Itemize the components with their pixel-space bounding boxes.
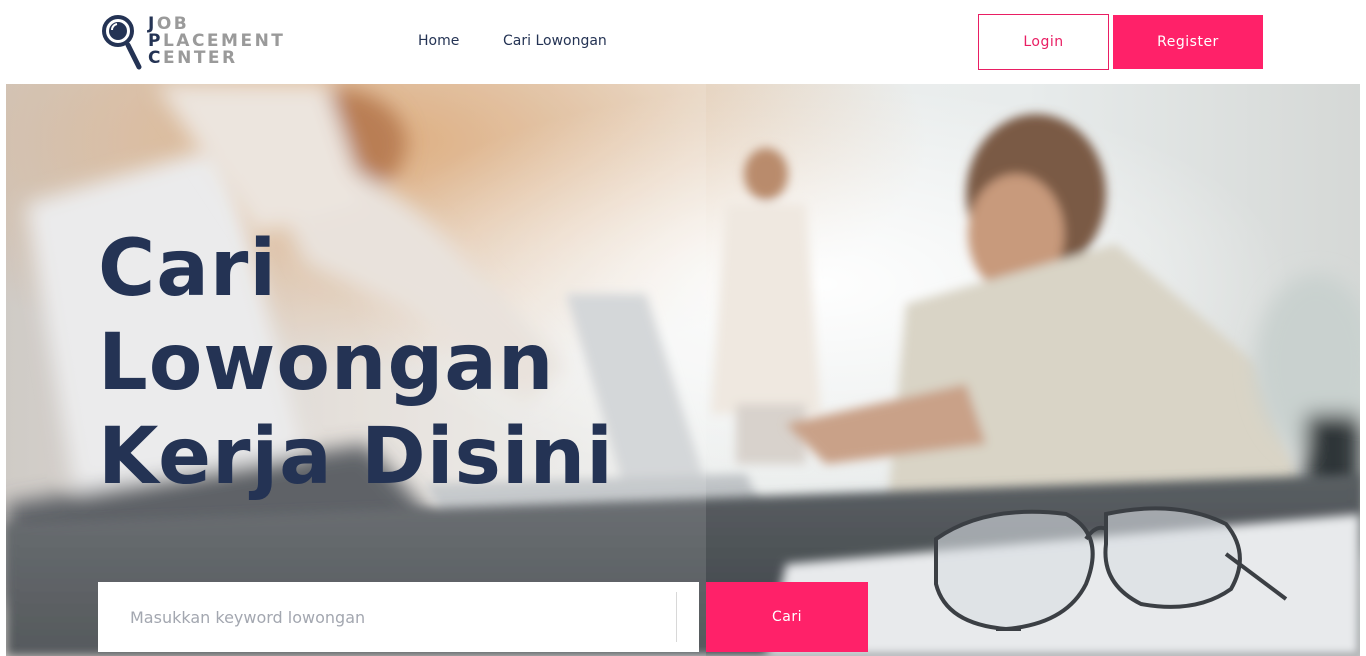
site-logo[interactable]: JOB PLACEMENT CENTER: [102, 14, 302, 72]
hero-section: Cari Lowongan Kerja Disini Cari: [6, 84, 1360, 656]
nav-link-home[interactable]: Home: [418, 33, 459, 49]
login-button[interactable]: Login: [978, 14, 1109, 70]
magnifier-icon: [102, 15, 142, 70]
search-input[interactable]: [98, 582, 676, 652]
hero-heading-line-2: Lowongan: [98, 318, 555, 408]
search-divider: [676, 592, 677, 642]
logo-wordmark: JOB PLACEMENT CENTER: [148, 16, 285, 67]
hero-heading-line-1: Cari: [98, 224, 278, 314]
logo-line-center: CENTER: [148, 48, 238, 68]
nav-link-cari-lowongan[interactable]: Cari Lowongan: [503, 33, 607, 49]
hero-heading-line-3: Kerja Disini: [98, 412, 614, 502]
hero-heading: Cari Lowongan Kerja Disini: [98, 222, 614, 504]
search-box: [98, 582, 699, 652]
site-header: JOB PLACEMENT CENTER Home Cari Lowongan …: [0, 0, 1366, 84]
search-button[interactable]: Cari: [706, 582, 868, 652]
register-button[interactable]: Register: [1113, 15, 1263, 69]
